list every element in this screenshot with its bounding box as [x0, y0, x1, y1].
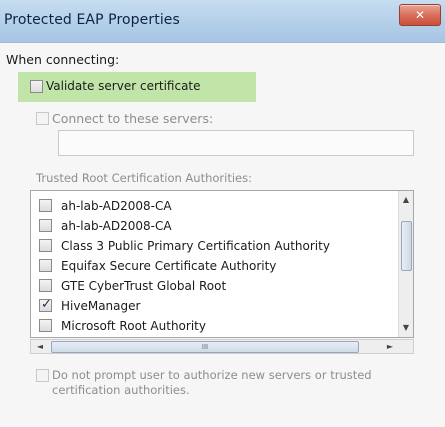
close-button[interactable]: ✕ [399, 4, 441, 26]
list-item[interactable]: ah-lab-AD2008-CA [31, 196, 401, 216]
scroll-up-icon[interactable]: ▲ [399, 193, 413, 207]
list-item[interactable]: ah-lab-AD2008-CA [31, 216, 401, 236]
validate-server-certificate-label: Validate server certificate [46, 79, 201, 93]
dialog-title: Protected EAP Properties [4, 12, 180, 28]
list-item-checkbox[interactable] [39, 199, 52, 212]
list-item[interactable]: Equifax Secure Certificate Authority [31, 256, 401, 276]
list-item-checkbox[interactable] [39, 259, 52, 272]
vertical-scrollbar[interactable]: ▲ ▼ [398, 191, 413, 337]
no-prompt-label: Do not prompt user to authorize new serv… [52, 368, 372, 397]
list-item-checkbox[interactable] [39, 279, 52, 292]
no-prompt-checkbox[interactable] [36, 369, 49, 382]
grip-icon: III [201, 343, 209, 351]
list-item-checkbox[interactable] [39, 239, 52, 252]
list-item-label: Equifax Secure Certificate Authority [61, 259, 277, 273]
list-item-label: GTE CyberTrust Global Root [61, 279, 227, 293]
connect-to-servers-label: Connect to these servers: [52, 111, 214, 126]
list-item-label: HiveManager [61, 299, 141, 313]
list-item[interactable]: GTE CyberTrust Global Root [31, 276, 401, 296]
list-item-checkbox-checked[interactable]: ✓ [39, 297, 52, 312]
list-item[interactable]: ✓ HiveManager [31, 296, 401, 316]
scroll-left-icon[interactable]: ◄ [33, 340, 47, 353]
servers-input[interactable] [58, 130, 414, 156]
title-bar: Protected EAP Properties ✕ [0, 0, 445, 43]
list-item[interactable]: Class 3 Public Primary Certification Aut… [31, 236, 401, 256]
list-item-checkbox[interactable] [39, 319, 52, 332]
connect-to-servers-checkbox[interactable] [36, 112, 49, 125]
scroll-right-icon[interactable]: ► [383, 340, 397, 353]
horizontal-scroll-thumb[interactable]: III [51, 341, 359, 353]
horizontal-scrollbar[interactable]: ◄ III ► [30, 339, 414, 354]
list-item-label: ah-lab-AD2008-CA [61, 199, 172, 213]
validate-server-certificate-checkbox[interactable] [30, 80, 43, 93]
vertical-scroll-thumb[interactable] [401, 221, 412, 271]
scroll-down-icon[interactable]: ▼ [399, 321, 413, 335]
list-item-label: Microsoft Root Authority [61, 319, 206, 333]
protected-eap-dialog: Protected EAP Properties ✕ When connecti… [0, 0, 445, 427]
trusted-root-ca-list[interactable]: ah-lab-AD2008-CA ah-lab-AD2008-CA Class … [30, 190, 414, 338]
close-icon: ✕ [414, 8, 426, 22]
list-item-checkbox[interactable] [39, 219, 52, 232]
list-item-label: ah-lab-AD2008-CA [61, 219, 172, 233]
list-item-label: Class 3 Public Primary Certification Aut… [61, 239, 330, 253]
check-icon: ✓ [41, 297, 52, 312]
trusted-root-ca-label: Trusted Root Certification Authorities: [36, 171, 252, 185]
when-connecting-label: When connecting: [6, 52, 120, 67]
list-item[interactable]: Microsoft Root Authority [31, 316, 401, 336]
